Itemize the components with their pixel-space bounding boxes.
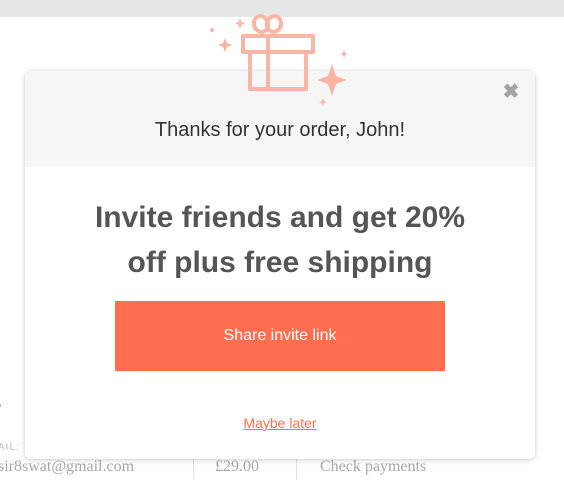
headline-line-1: Invite friends and get 20%	[94, 201, 466, 234]
referral-headline: Invite friends and get 20% off plus free…	[25, 195, 535, 285]
email-column-label: AIL:	[0, 442, 20, 453]
check-payments-link[interactable]: Check payments	[320, 458, 426, 476]
background-mark	[0, 404, 1, 407]
order-thanks-message: Thanks for your order, John!	[154, 119, 406, 141]
close-icon[interactable]: ✖	[500, 81, 522, 103]
gift-icon	[210, 14, 348, 106]
headline-line-2: off plus free shipping	[127, 246, 433, 279]
order-total: £29.00	[215, 458, 259, 475]
referral-modal: Thanks for your order, John! ✖ Invite fr…	[25, 71, 535, 459]
share-invite-button[interactable]: Share invite link	[115, 301, 445, 371]
maybe-later-link[interactable]: Maybe later	[25, 415, 535, 431]
customer-email: sir8swat@gmail.com	[0, 458, 135, 475]
